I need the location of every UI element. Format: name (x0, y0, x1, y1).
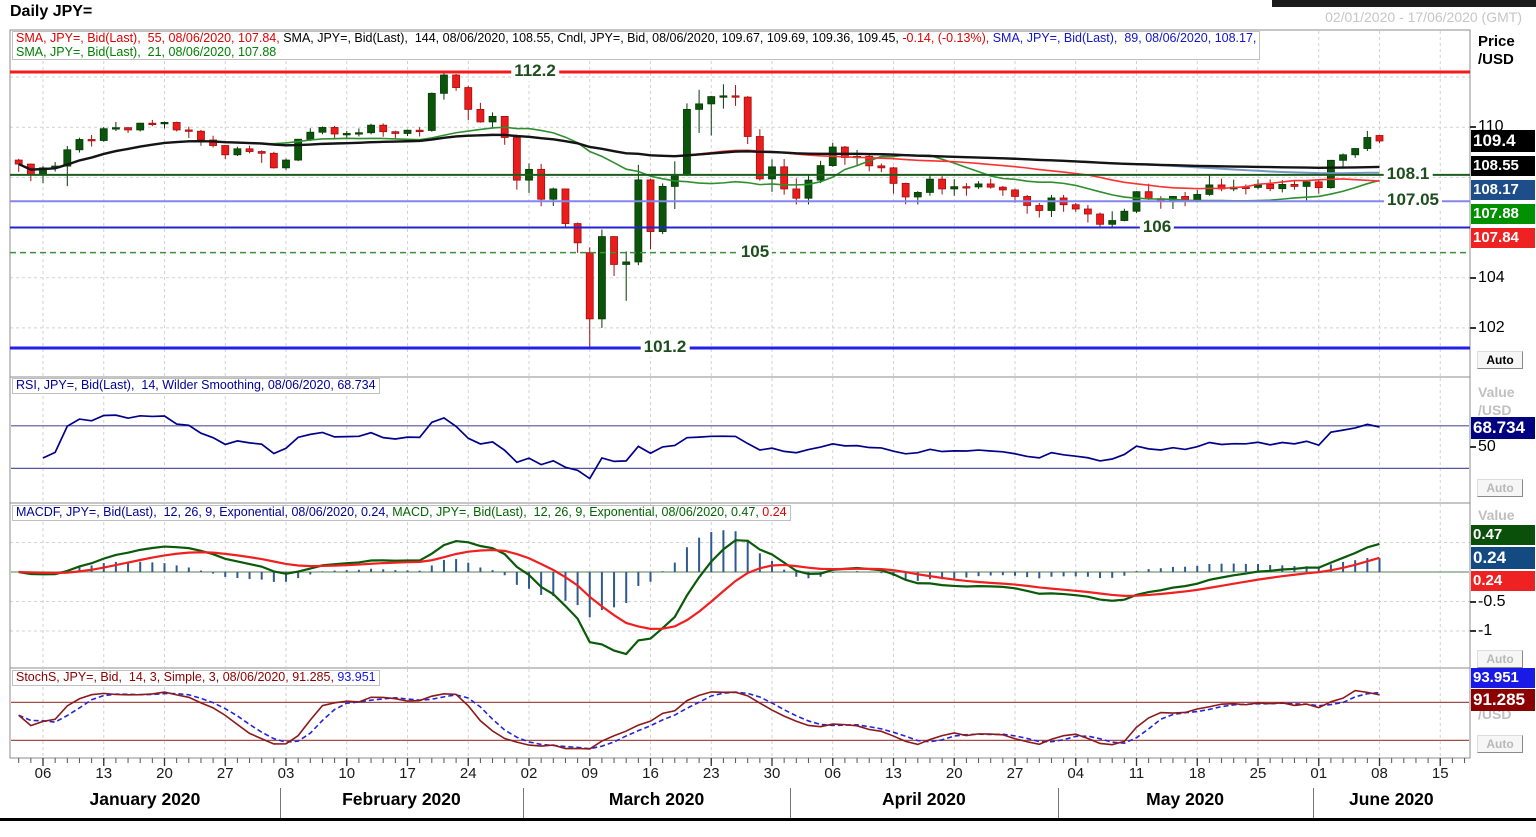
candle-body (1340, 155, 1347, 161)
candle-body (538, 169, 545, 199)
candle-body (440, 75, 447, 93)
stoch-auto-button[interactable]: Auto (1477, 735, 1523, 753)
stoch-panel-group (10, 691, 1470, 749)
candle-body (125, 128, 132, 130)
candle-body (368, 125, 375, 133)
candle-body (939, 179, 946, 189)
price-panel-group (15, 71, 1383, 348)
candle-body (1352, 149, 1359, 155)
candle-body (926, 179, 933, 192)
candle-body (246, 149, 253, 152)
candle-body (1315, 182, 1322, 188)
candle-body (683, 109, 690, 175)
candle-body (732, 96, 739, 97)
candle-body (951, 187, 958, 189)
sma-21-line (19, 127, 1380, 201)
candle-body (720, 96, 727, 97)
candle-body (404, 130, 411, 133)
candle-body (149, 123, 156, 124)
candle-body (975, 184, 982, 187)
macd-auto-button[interactable]: Auto (1477, 650, 1523, 668)
candle-body (902, 183, 909, 197)
macd-panel-group (10, 530, 1470, 654)
candle-body (1194, 194, 1201, 200)
candle-body (1097, 214, 1104, 224)
candle-body (574, 224, 581, 243)
candle-body (331, 127, 338, 134)
candle-body (88, 139, 95, 140)
candle-body (793, 189, 800, 198)
candle-body (197, 131, 204, 140)
price-auto-button[interactable]: Auto (1477, 351, 1523, 369)
candle-body (392, 132, 399, 134)
candle-body (343, 133, 350, 134)
candle-body (1279, 184, 1286, 188)
candle-body (999, 187, 1006, 190)
candle-body (623, 262, 630, 265)
candle-body (355, 133, 362, 134)
candle-body (756, 136, 763, 178)
candle-body (428, 93, 435, 130)
candle-body (635, 180, 642, 262)
candle-body (161, 122, 168, 123)
candle-body (185, 130, 192, 131)
candle-body (598, 237, 605, 319)
candle-body (270, 153, 277, 168)
candle-body (173, 122, 180, 130)
candle-body (307, 132, 314, 139)
candle-body (744, 97, 751, 136)
candle-body (805, 180, 812, 198)
candle-body (477, 109, 484, 122)
candle-body (987, 184, 994, 187)
chart-window: Daily JPY= 02/01/2020 - 17/06/2020 (GMT)… (0, 0, 1536, 837)
candle-body (489, 116, 496, 122)
candle-body (1145, 192, 1152, 199)
candle-body (647, 180, 654, 232)
candle-body (1267, 184, 1274, 188)
rsi-panel-group (10, 415, 1470, 478)
candle-body (1121, 211, 1128, 220)
candle-body (708, 97, 715, 104)
candle-body (15, 160, 22, 164)
candle-body (878, 166, 885, 168)
chart-canvas (0, 0, 1536, 837)
candle-body (222, 146, 229, 155)
candle-body (696, 104, 703, 110)
candle-body (1364, 137, 1371, 148)
candle-body (769, 167, 776, 179)
candle-body (100, 129, 107, 141)
candle-body (550, 189, 557, 199)
candle-body (380, 125, 387, 132)
candle-body (258, 152, 265, 154)
chart-frame (10, 30, 1470, 758)
candle-body (112, 128, 119, 129)
candle-body (562, 189, 569, 224)
candle-body (1109, 221, 1116, 225)
candle-body (1291, 184, 1298, 186)
candle-body (416, 130, 423, 131)
candle-body (319, 127, 326, 132)
candle-body (914, 192, 921, 197)
candle-body (963, 187, 970, 188)
candle-body (1303, 182, 1310, 187)
candle-body (659, 186, 666, 231)
candle-body (586, 253, 593, 319)
candle-body (1012, 190, 1019, 197)
candle-body (465, 88, 472, 110)
candle-body (817, 166, 824, 181)
candle-body (1206, 185, 1213, 195)
candle-body (453, 75, 460, 88)
candle-body (234, 149, 241, 155)
candle-body (611, 237, 618, 265)
rsi-auto-button[interactable]: Auto (1477, 479, 1523, 497)
candle-body (1036, 205, 1043, 210)
candle-body (1048, 198, 1055, 211)
candle-body (513, 137, 520, 180)
candle-body (137, 123, 144, 130)
candle-body (283, 160, 290, 168)
candle-body (1376, 135, 1383, 141)
candle-body (1084, 209, 1091, 214)
candle-body (76, 139, 83, 149)
candle-body (1072, 205, 1079, 209)
